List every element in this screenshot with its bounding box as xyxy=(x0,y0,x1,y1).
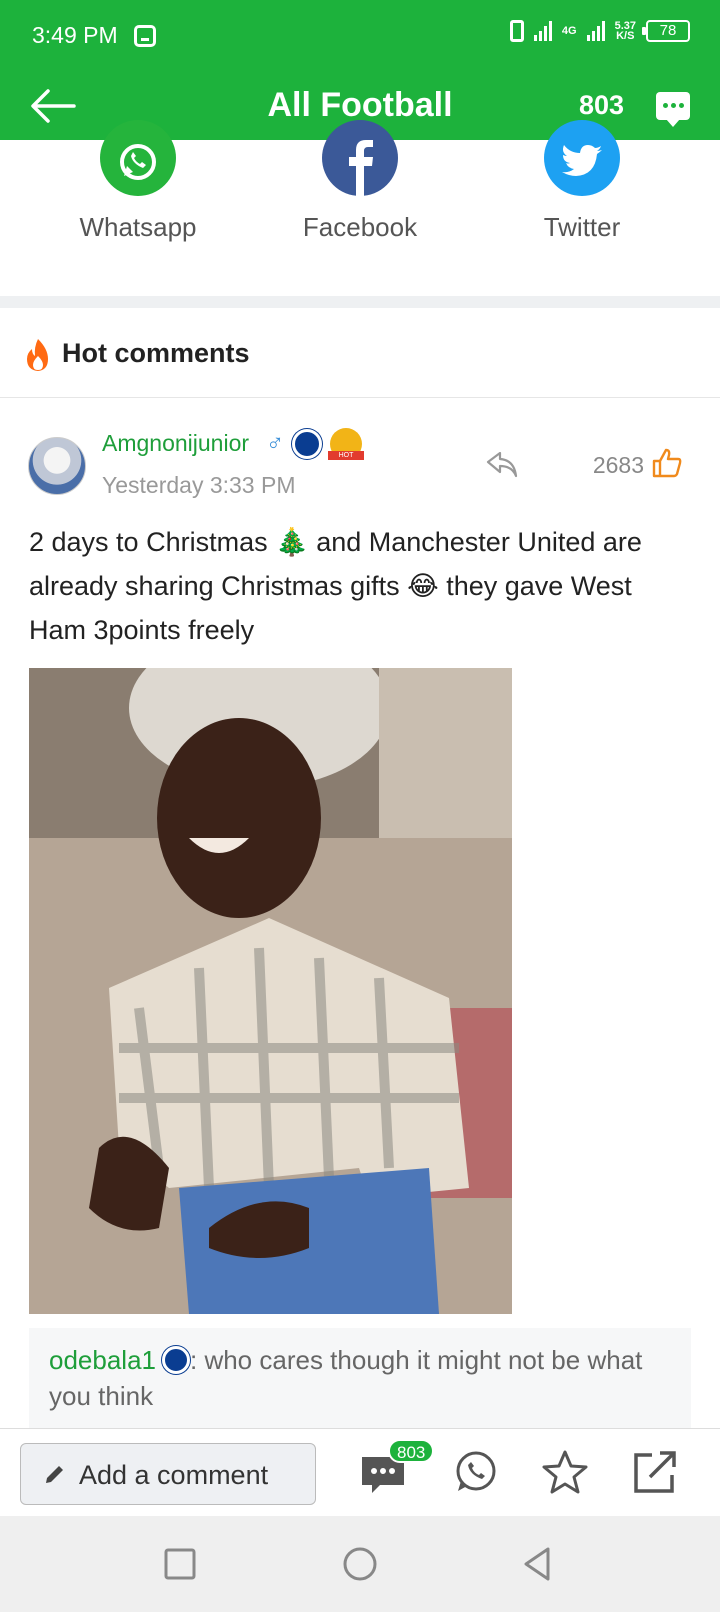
medal-label: HOT xyxy=(328,451,364,460)
external-share-icon[interactable] xyxy=(632,1449,678,1495)
comments-count-badge: 803 xyxy=(388,1439,435,1463)
avatar[interactable] xyxy=(28,437,86,495)
flame-icon xyxy=(27,339,48,371)
chelsea-club-badge-icon-reply xyxy=(162,1346,190,1374)
comment-text: 2 days to Christmas 🎄 and Manchester Uni… xyxy=(29,527,642,645)
chelsea-club-badge-icon xyxy=(292,429,322,459)
pencil-icon xyxy=(46,1466,63,1483)
reply-username[interactable]: odebala1 xyxy=(49,1345,156,1375)
status-bar: 3:49 PM 4G 5.37 K/S 78 xyxy=(0,0,720,72)
header-comment-count[interactable]: 803 xyxy=(579,90,624,121)
reply-share-icon[interactable] xyxy=(486,452,518,480)
reply-preview[interactable]: odebala1: who cares though it might not … xyxy=(29,1328,691,1432)
signal-icon xyxy=(533,21,552,41)
male-gender-icon: ♂ xyxy=(266,430,284,457)
comment-username[interactable]: Amgnonijunior xyxy=(102,430,249,457)
bottom-action-bar: Add a comment 803 xyxy=(0,1428,720,1516)
hot-medal-icon: HOT xyxy=(328,428,364,460)
star-favorite-icon[interactable] xyxy=(542,1449,588,1495)
top-bar: 3:49 PM 4G 5.37 K/S 78 All Football 803 xyxy=(0,0,720,140)
vibrate-icon xyxy=(509,20,524,42)
facebook-icon[interactable] xyxy=(322,120,398,196)
hot-comments-title: Hot comments xyxy=(62,338,250,368)
status-time: 3:49 PM xyxy=(32,22,118,48)
home-circle-icon[interactable] xyxy=(342,1546,378,1582)
net-speed-unit: K/S xyxy=(616,30,635,42)
share-row: Whatsapp Facebook Twitter xyxy=(0,120,720,296)
thumbs-up-icon[interactable] xyxy=(652,448,682,478)
twitter-icon[interactable] xyxy=(544,120,620,196)
whatsapp-share-icon[interactable] xyxy=(452,1449,498,1495)
share-label-twitter: Twitter xyxy=(543,212,621,242)
system-nav-bar xyxy=(0,1516,720,1612)
hot-comments-header: Hot comments xyxy=(0,308,720,398)
recents-square-icon[interactable] xyxy=(162,1546,198,1582)
back-triangle-icon[interactable] xyxy=(520,1546,556,1582)
notification-icon xyxy=(134,25,156,47)
battery-icon: 78 xyxy=(642,20,690,42)
comment-timestamp: Yesterday 3:33 PM xyxy=(102,472,296,498)
network-type: 4G xyxy=(561,25,577,37)
laughing-kid-photo xyxy=(29,668,512,1314)
like-count: 2683 xyxy=(592,452,644,478)
net-speed: 5.37 K/S xyxy=(615,21,636,42)
status-icons: 4G 5.37 K/S 78 xyxy=(509,20,690,42)
user-badges: ♂ HOT xyxy=(266,428,364,460)
add-comment-label: Add a comment xyxy=(79,1460,269,1490)
comments-icon[interactable] xyxy=(656,92,690,127)
signal-icon-2 xyxy=(586,21,605,41)
whatsapp-icon[interactable] xyxy=(100,120,176,196)
share-label-whatsapp: Whatsapp xyxy=(79,212,197,242)
comment-image[interactable] xyxy=(29,668,512,1314)
share-label-facebook: Facebook xyxy=(302,212,418,242)
add-comment-button[interactable]: Add a comment xyxy=(20,1443,316,1505)
section-divider xyxy=(0,296,720,308)
